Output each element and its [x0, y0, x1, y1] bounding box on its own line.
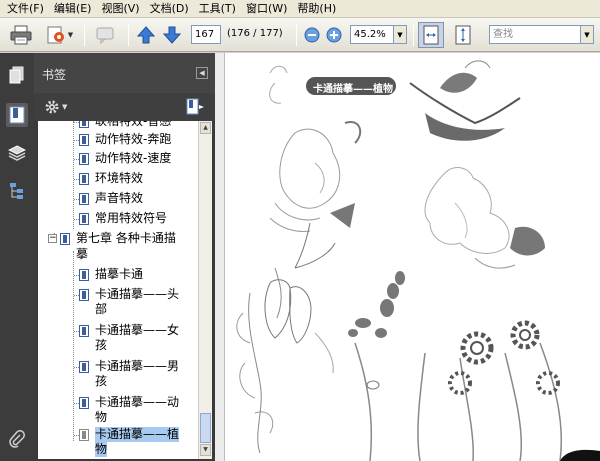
pages-icon	[9, 66, 24, 84]
create-pdf-icon	[47, 26, 64, 44]
print-button[interactable]	[8, 22, 34, 48]
menu-help[interactable]: 帮助(H)	[292, 0, 341, 18]
collapse-panel-button[interactable]: ◀	[196, 67, 208, 79]
navigation-strip	[0, 53, 34, 461]
bookmark-icon	[79, 153, 89, 165]
bookmark-icon	[79, 193, 89, 205]
menu-edit[interactable]: 编辑(E)	[49, 0, 97, 18]
bookmark-icon	[79, 213, 89, 225]
comment-button[interactable]	[92, 22, 120, 48]
menu-bar: 文件(F) 编辑(E) 视图(V) 文档(D) 工具(T) 窗口(W) 帮助(H…	[0, 0, 600, 18]
bookmark-icon	[79, 173, 89, 185]
zoom-input[interactable]: 45.2%	[350, 25, 394, 44]
zoom-dropdown-button[interactable]: ▼	[394, 25, 407, 44]
scroll-thumb[interactable]	[200, 413, 211, 443]
bookmark-icon	[9, 106, 25, 124]
paperclip-icon	[9, 430, 25, 448]
comment-icon	[96, 27, 114, 45]
chevron-down-icon: ▼	[397, 30, 403, 39]
panel-toolbar: ▼	[34, 93, 215, 121]
expand-bookmark-button[interactable]	[186, 98, 206, 119]
attachments-button[interactable]	[6, 427, 28, 451]
bookmark-tree: 联相特效-音感 动作特效-奔跑 动作特效-速度 环境特效 声音特效 常用特效符号	[38, 121, 212, 459]
arrow-down-icon	[162, 26, 182, 44]
bookmark-scrollbar[interactable]: ▲ ▼	[198, 121, 212, 459]
zoom-out-icon	[304, 27, 320, 43]
menu-file[interactable]: 文件(F)	[2, 0, 49, 18]
layers-panel-button[interactable]	[6, 141, 28, 165]
chevron-down-icon: ▼	[584, 30, 590, 39]
create-pdf-button[interactable]: ▼	[42, 22, 76, 48]
chevron-down-icon: ▼	[67, 31, 74, 39]
page-count-label: (176 / 177)	[227, 28, 283, 39]
bookmarks-panel-button[interactable]	[6, 103, 28, 127]
plant-illustration	[236, 60, 600, 461]
scroll-down-button[interactable]: ▼	[200, 444, 211, 456]
toolbar: ▼ 167 (176 / 177) 45.2% ▼ 查找 ▼	[0, 18, 600, 52]
panel-title: 书签	[42, 68, 67, 82]
fit-width-icon	[423, 25, 439, 45]
page-number-input[interactable]: 167	[191, 25, 221, 44]
bookmark-goto-icon	[186, 98, 204, 115]
tree-structure-icon	[10, 183, 23, 199]
bookmarks-panel: 书签 ◀ ▼ 联相特效-音感 动作特效-奔跑 动作特效-速度 环境特效 声音特效…	[34, 53, 215, 461]
bookmark-icon	[79, 325, 89, 337]
page-banner-title: 卡通描摹——植物	[313, 84, 393, 95]
menu-tools[interactable]: 工具(T)	[194, 0, 241, 18]
bookmark-icon	[60, 233, 70, 245]
bookmark-icon	[79, 269, 89, 281]
next-page-button[interactable]	[160, 22, 184, 48]
menu-view[interactable]: 视图(V)	[96, 0, 144, 18]
gear-icon	[45, 100, 59, 114]
bookmark-icon	[79, 361, 89, 373]
search-input[interactable]: 查找	[489, 25, 581, 44]
chevron-down-icon: ▼	[62, 103, 68, 111]
menu-window[interactable]: 窗口(W)	[241, 0, 292, 18]
fit-width-button[interactable]	[418, 22, 444, 48]
zoom-in-icon	[326, 27, 342, 43]
previous-page-button[interactable]	[134, 22, 158, 48]
menu-document[interactable]: 文档(D)	[145, 0, 194, 18]
collapse-toggle[interactable]: −	[48, 234, 57, 243]
zoom-out-button[interactable]	[302, 22, 322, 48]
panel-header: 书签 ◀	[34, 53, 215, 93]
bookmark-icon	[79, 397, 89, 409]
fit-page-button[interactable]	[450, 22, 476, 48]
bookmark-icon	[79, 429, 89, 441]
arrow-up-icon	[136, 26, 156, 44]
model-tree-button[interactable]	[6, 179, 28, 203]
scroll-up-button[interactable]: ▲	[200, 122, 211, 134]
printer-icon	[10, 25, 32, 45]
zoom-in-button[interactable]	[324, 22, 344, 48]
bookmark-icon	[79, 134, 89, 146]
document-view[interactable]: 卡通描摹——植物	[215, 53, 600, 461]
fit-page-icon	[455, 25, 471, 45]
bookmark-icon	[79, 289, 89, 301]
chevron-left-icon: ◀	[199, 69, 205, 77]
search-dropdown-button[interactable]: ▼	[581, 25, 594, 44]
options-menu-button[interactable]: ▼	[44, 99, 67, 115]
pages-panel-button[interactable]	[6, 63, 28, 87]
layers-icon	[8, 145, 26, 161]
